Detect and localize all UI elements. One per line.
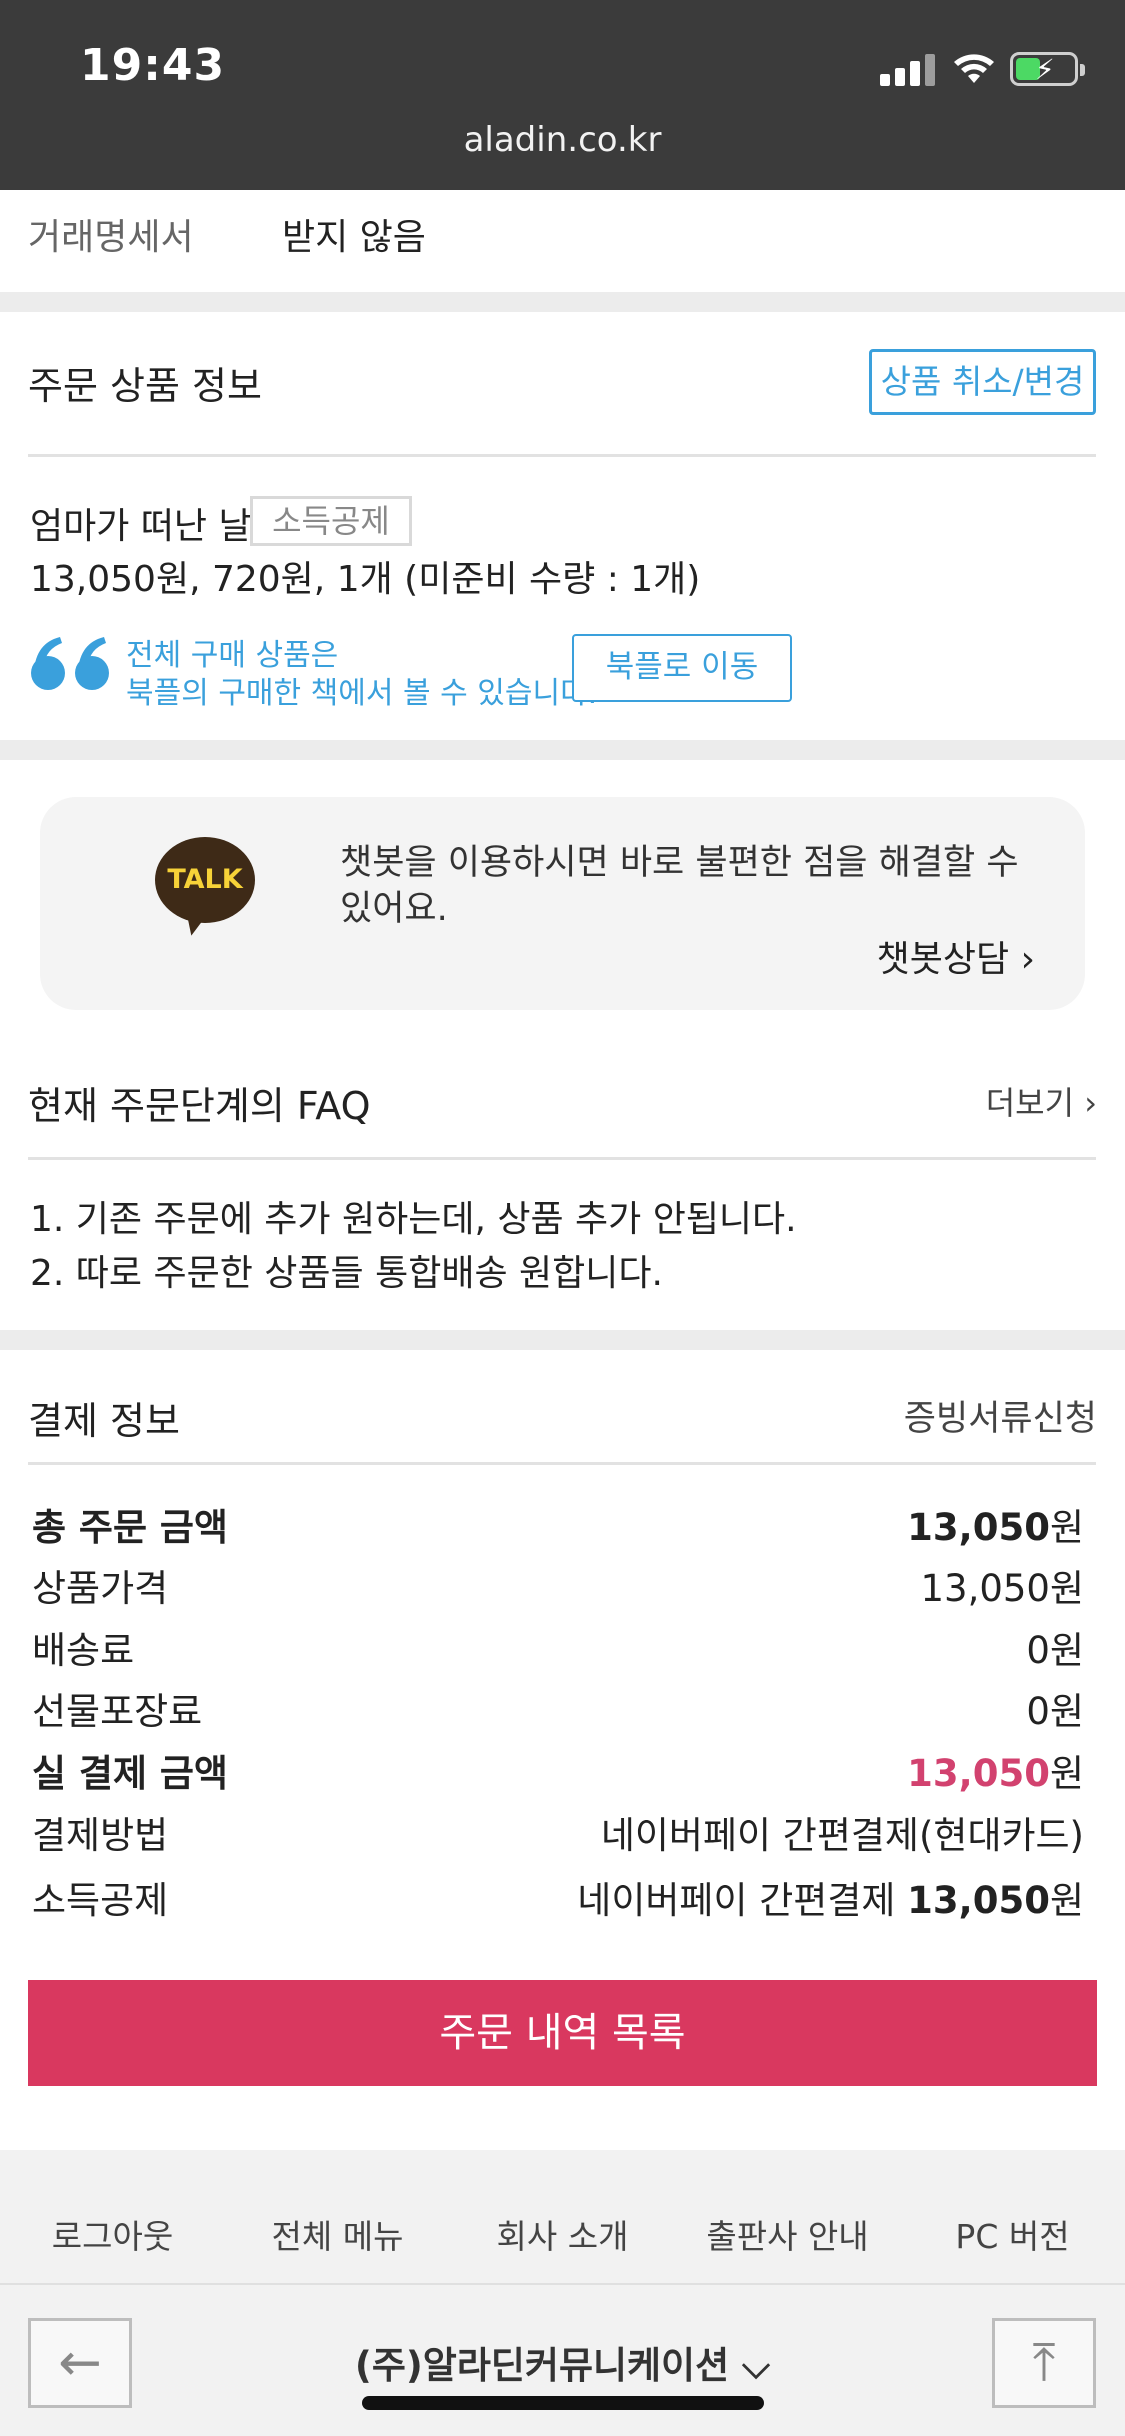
home-indicator	[362, 2396, 764, 2410]
income-deduction-amount: 13,050	[907, 1879, 1050, 1922]
item-price-label: 상품가격	[32, 1567, 169, 1610]
footer-publisher-info[interactable]: 출판사 안내	[675, 2210, 900, 2258]
actual-payment-label: 실 결제 금액	[32, 1752, 228, 1795]
shipping-fee-label: 배송료	[32, 1629, 135, 1672]
wifi-icon	[954, 54, 994, 83]
gift-wrap-fee-amount: 0	[1026, 1690, 1050, 1733]
currency-unit: 원	[1049, 1629, 1084, 1672]
actual-payment-row: 실 결제 금액 13,050원	[32, 1743, 1084, 1797]
battery-icon: ⚡	[1010, 52, 1085, 86]
gift-wrap-fee-row: 선물포장료 0원	[32, 1681, 1084, 1735]
price-quantity-line: 13,050원, 720원, 1개 (미준비 수량 : 1개)	[30, 559, 701, 600]
section-divider	[0, 292, 1125, 312]
currency-unit: 원	[1049, 1752, 1084, 1795]
cancel-change-button[interactable]: 상품 취소/변경	[869, 349, 1096, 415]
scroll-top-button[interactable]: ⤒	[992, 2318, 1096, 2408]
bookple-notice-line2: 북플의 구매한 책에서 볼 수 있습니다.	[126, 676, 598, 711]
book-title[interactable]: 엄마가 떠난 날	[30, 497, 252, 549]
income-deduction-row: 소득공제 네이버페이 간편결제 13,050원	[32, 1870, 1084, 1924]
payment-method-label: 결제방법	[32, 1814, 169, 1857]
currency-unit: 원	[1049, 1690, 1084, 1733]
divider	[28, 1157, 1096, 1160]
income-deduction-label: 소득공제	[32, 1879, 169, 1922]
total-order-amount: 13,050	[907, 1506, 1050, 1549]
gift-wrap-fee-label: 선물포장료	[32, 1690, 203, 1733]
currency-unit: 원	[1049, 1879, 1084, 1922]
shipping-fee-row: 배송료 0원	[32, 1620, 1084, 1674]
footer-company-intro[interactable]: 회사 소개	[450, 2210, 675, 2258]
clock: 19:43	[80, 40, 226, 91]
footer-pc-version[interactable]: PC 버전	[900, 2210, 1125, 2258]
shipping-fee-amount: 0	[1026, 1629, 1050, 1672]
currency-unit: 원	[1049, 1567, 1084, 1610]
divider	[28, 454, 1096, 457]
receipt-label: 거래명세서	[28, 217, 194, 258]
order-items-title: 주문 상품 정보	[28, 364, 262, 408]
scroll-top-icon: ⤒	[1032, 2333, 1056, 2393]
receipt-docs-link[interactable]: 증빙서류신청	[904, 1390, 1097, 1441]
faq-item[interactable]: 1. 기존 주문에 추가 원하는데, 상품 추가 안됩니다.	[30, 1190, 797, 1242]
item-price-amount: 13,050	[920, 1567, 1050, 1610]
kakao-talk-icon: TALK	[155, 837, 255, 923]
income-deduction-method: 네이버페이 간편결제	[577, 1879, 908, 1922]
order-history-list-button[interactable]: 주문 내역 목록	[28, 1980, 1097, 2086]
url-bar[interactable]: aladin.co.kr	[0, 120, 1125, 160]
footer-all-menu[interactable]: 전체 메뉴	[225, 2210, 450, 2258]
faq-more-link[interactable]: 더보기 ›	[986, 1078, 1097, 1124]
actual-payment-amount: 13,050	[907, 1752, 1050, 1795]
browser-status-bar: 19:43 ⚡ aladin.co.kr	[0, 0, 1125, 190]
footer: 로그아웃 전체 메뉴 회사 소개 출판사 안내 PC 버전 ← (주)알라딘커뮤…	[0, 2150, 1125, 2436]
company-name-dropdown[interactable]: (주)알라딘커뮤니케이션 ⌵	[0, 2335, 1125, 2389]
footer-logout[interactable]: 로그아웃	[0, 2210, 225, 2258]
currency-unit: 원	[1049, 1506, 1084, 1549]
cellular-signal-icon	[880, 52, 936, 86]
payment-title: 결제 정보	[28, 1399, 180, 1443]
total-order-amount-row: 총 주문 금액 13,050원	[32, 1497, 1084, 1551]
chatbot-message-line2: 있어요.	[340, 889, 448, 929]
receipt-value: 받지 않음	[282, 217, 426, 258]
faq-title: 현재 주문단계의 FAQ	[28, 1084, 371, 1128]
payment-method-value: 네이버페이 간편결제(현대카드)	[600, 1814, 1084, 1857]
income-deduction-tag: 소득공제	[250, 496, 412, 546]
total-order-amount-label: 총 주문 금액	[32, 1506, 228, 1549]
quote-icon	[31, 637, 109, 690]
chatbot-card[interactable]: TALK 챗봇을 이용하시면 바로 불편한 점을 해결할 수 있어요. 챗봇상담…	[40, 797, 1085, 1010]
footer-divider	[0, 2283, 1125, 2285]
item-price-row: 상품가격 13,050원	[32, 1558, 1084, 1612]
go-to-bookple-button[interactable]: 북플로 이동	[572, 634, 792, 702]
faq-item[interactable]: 2. 따로 주문한 상품들 통합배송 원합니다.	[30, 1244, 663, 1296]
chatbot-message-line1: 챗봇을 이용하시면 바로 불편한 점을 해결할 수	[340, 843, 1019, 883]
divider	[28, 1462, 1096, 1465]
chatbot-consult-link[interactable]: 챗봇상담 ›	[877, 930, 1035, 982]
section-divider	[0, 740, 1125, 760]
payment-method-row: 결제방법 네이버페이 간편결제(현대카드)	[32, 1805, 1084, 1859]
section-divider	[0, 1330, 1125, 1350]
